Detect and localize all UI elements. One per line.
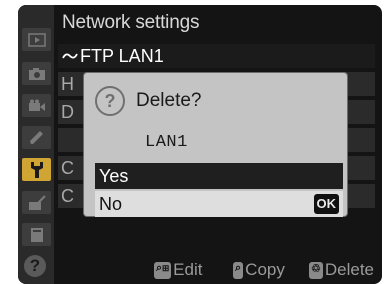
- retouch-icon: [28, 194, 46, 210]
- playback-tab[interactable]: [22, 28, 51, 51]
- ftp-connection-icon: [62, 53, 78, 59]
- help-icon[interactable]: ?: [24, 255, 46, 277]
- question-icon: ?: [95, 86, 125, 116]
- yes-option-label: Yes: [99, 166, 129, 186]
- dialog-question: Delete?: [136, 90, 202, 111]
- custom-settings-tab[interactable]: [22, 126, 51, 149]
- edit-hint-label: Edit: [173, 260, 203, 279]
- setup-tab[interactable]: [22, 158, 51, 181]
- edit-hint: ⌕⊞ Edit: [154, 260, 202, 280]
- movie-tab[interactable]: [22, 94, 51, 117]
- dialog-item-name: LAN1: [145, 133, 188, 152]
- list-item-label: FTP LAN1: [80, 46, 164, 66]
- copy-hint-label: Copy: [245, 260, 285, 279]
- copy-hint: ⌕ Copy: [233, 260, 285, 280]
- my-menu-tab[interactable]: [22, 223, 51, 246]
- zoom-in-button-icon: ⌕: [233, 261, 244, 279]
- shooting-tab[interactable]: [22, 62, 51, 85]
- wrench-icon: [30, 161, 43, 178]
- my-menu-icon: [30, 227, 43, 242]
- list-item-label: C: [61, 186, 74, 206]
- retouch-tab[interactable]: [22, 191, 51, 214]
- no-option[interactable]: No OK: [95, 191, 343, 217]
- button-help-bar: ⌕⊞ Edit ⌕ Copy ♲ Delete: [58, 257, 382, 284]
- list-item-label: C: [61, 158, 74, 178]
- list-item-ftp-lan1[interactable]: FTP LAN1: [58, 44, 375, 68]
- no-option-label: No: [99, 194, 123, 214]
- camera-menu-screen: ? Network settings FTP LAN1 H D C C ? De…: [18, 5, 382, 284]
- camera-icon: [28, 67, 45, 80]
- delete-hint: ♲ Delete: [309, 260, 374, 280]
- delete-hint-label: Delete: [324, 260, 375, 279]
- trash-button-icon: ♲: [309, 261, 323, 279]
- list-item-label: D: [61, 102, 74, 122]
- playback-icon: [27, 32, 46, 47]
- menu-tab-strip: ?: [18, 5, 54, 284]
- zoom-out-button-icon: ⌕⊞: [154, 261, 172, 279]
- list-item-label: H: [61, 74, 74, 94]
- movie-icon: [28, 99, 45, 111]
- delete-confirm-dialog: ? Delete? LAN1 Yes No OK: [84, 73, 347, 217]
- pencil-icon: [29, 130, 43, 144]
- yes-option[interactable]: Yes: [95, 163, 343, 189]
- page-title: Network settings: [62, 12, 200, 33]
- ok-button-icon: OK: [313, 194, 339, 214]
